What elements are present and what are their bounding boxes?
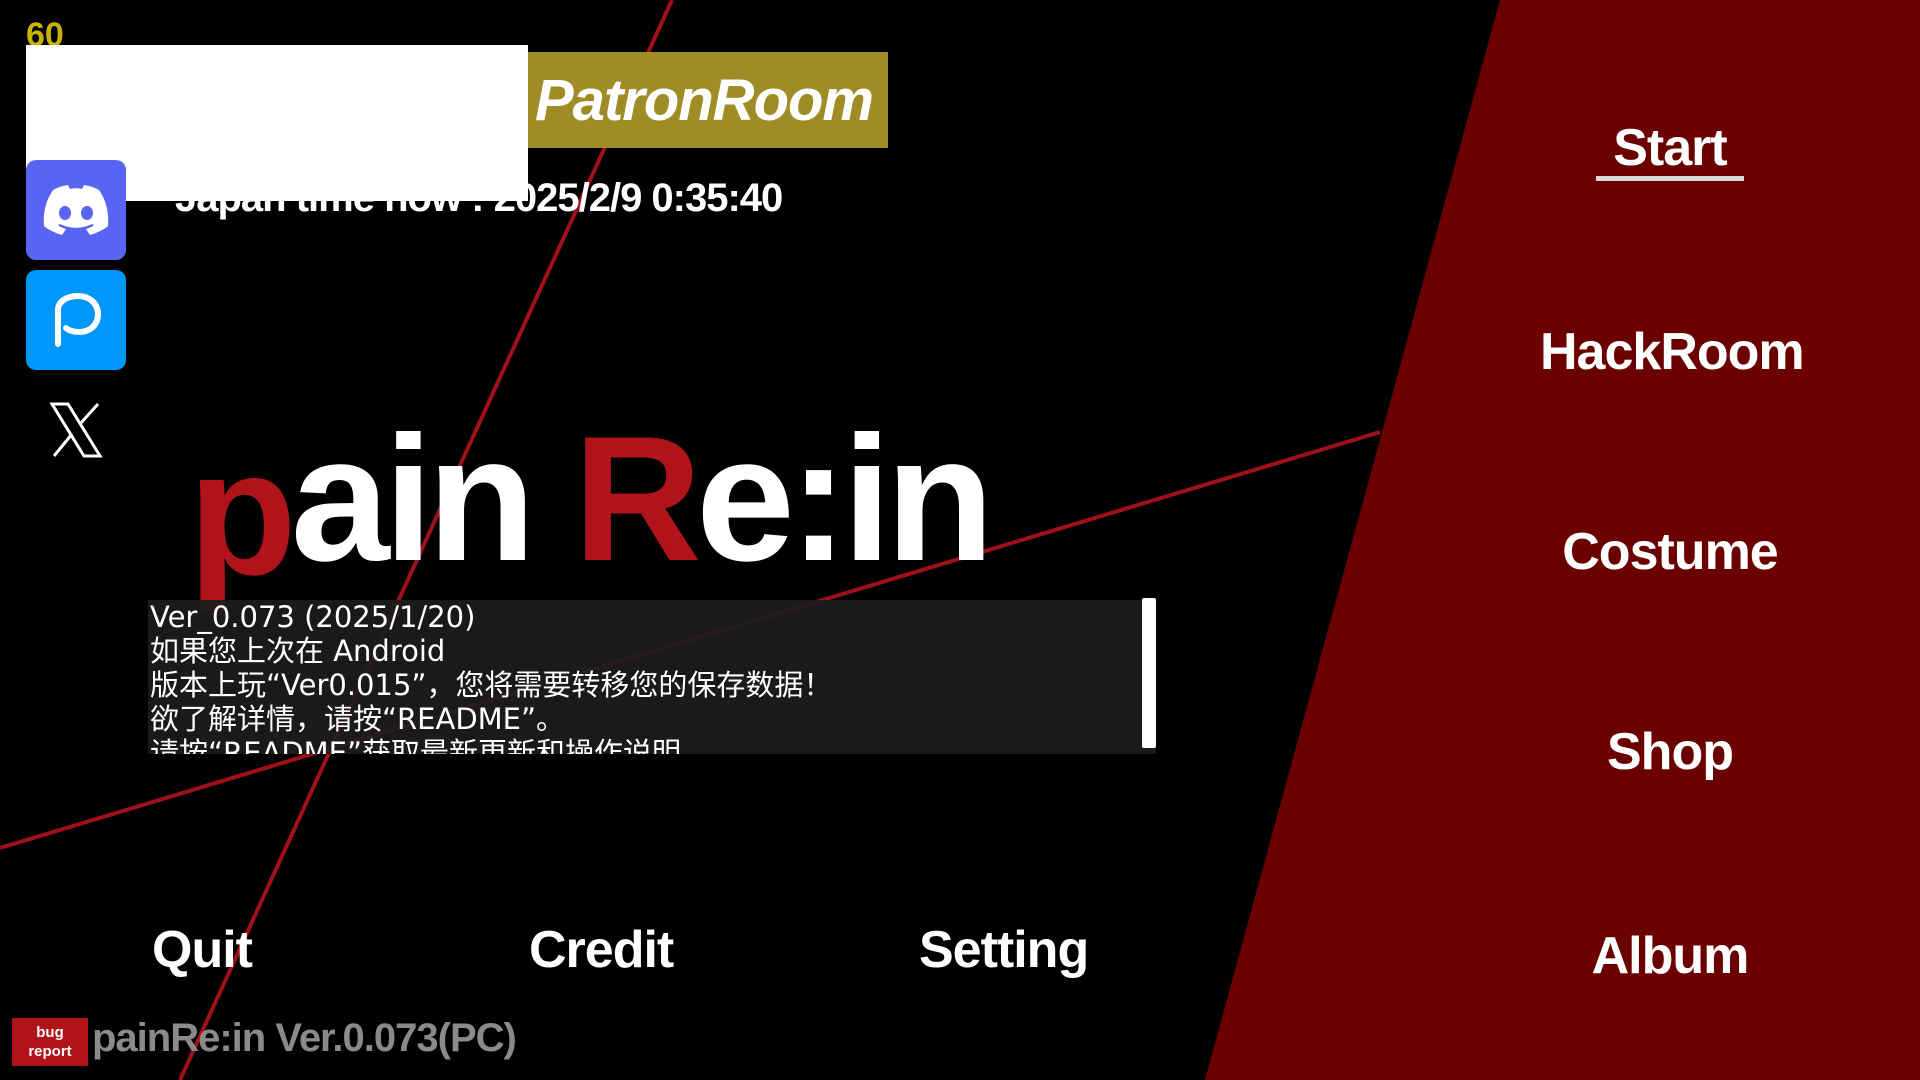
update-notice-text: Ver_0.073 (2025/1/20) 如果您上次在 Android 版本上玩“… [150, 600, 832, 754]
bug-report-line1: bug [36, 1024, 64, 1041]
notice-line: 请按“README”获取最新更新和操作说明 [150, 736, 682, 754]
pixiv-icon [55, 292, 102, 347]
start-button[interactable]: Start [1540, 118, 1800, 178]
patron-room-button[interactable]: PatronRoom [520, 52, 888, 148]
logo-ein: e:in [695, 399, 994, 598]
discord-icon [43, 185, 109, 235]
costume-button[interactable]: Costume [1540, 522, 1800, 582]
x-icon [49, 402, 103, 458]
shop-button[interactable]: Shop [1540, 722, 1800, 782]
update-notice-panel[interactable]: Ver_0.073 (2025/1/20) 如果您上次在 Android 版本上玩“… [148, 600, 1156, 754]
discord-button[interactable] [26, 160, 126, 260]
pixiv-button[interactable] [26, 270, 126, 370]
hackroom-button[interactable]: HackRoom [1540, 322, 1805, 382]
version-footer: painRe:in Ver.0.073(PC) [92, 1016, 517, 1060]
setting-button[interactable]: Setting [919, 920, 1089, 980]
japan-time-label: Japan time now : 2025/2/9 0:35:40 [175, 176, 783, 220]
notice-line: 版本上玩“Ver0.015”，您将需要转移您的保存数据！ [150, 668, 833, 702]
notice-line: 欲了解详情，请按“README”。 [150, 702, 566, 736]
album-button[interactable]: Album [1540, 926, 1800, 986]
bug-report-button[interactable]: bug report [12, 1018, 88, 1066]
notice-scrollbar[interactable] [1142, 598, 1156, 748]
start-underline [1596, 176, 1744, 181]
logo-r: R [573, 399, 702, 598]
logo-p: p [188, 413, 297, 612]
notice-line: 如果您上次在 Android [150, 634, 446, 668]
quit-button[interactable]: Quit [152, 920, 253, 980]
x-button[interactable] [26, 380, 126, 480]
credit-button[interactable]: Credit [529, 920, 674, 980]
logo-ain: ain [290, 399, 574, 598]
bug-report-line2: report [28, 1043, 72, 1060]
game-logo: pain Re:in [188, 410, 994, 602]
notice-line: Ver_0.073 (2025/1/20) [150, 600, 476, 634]
